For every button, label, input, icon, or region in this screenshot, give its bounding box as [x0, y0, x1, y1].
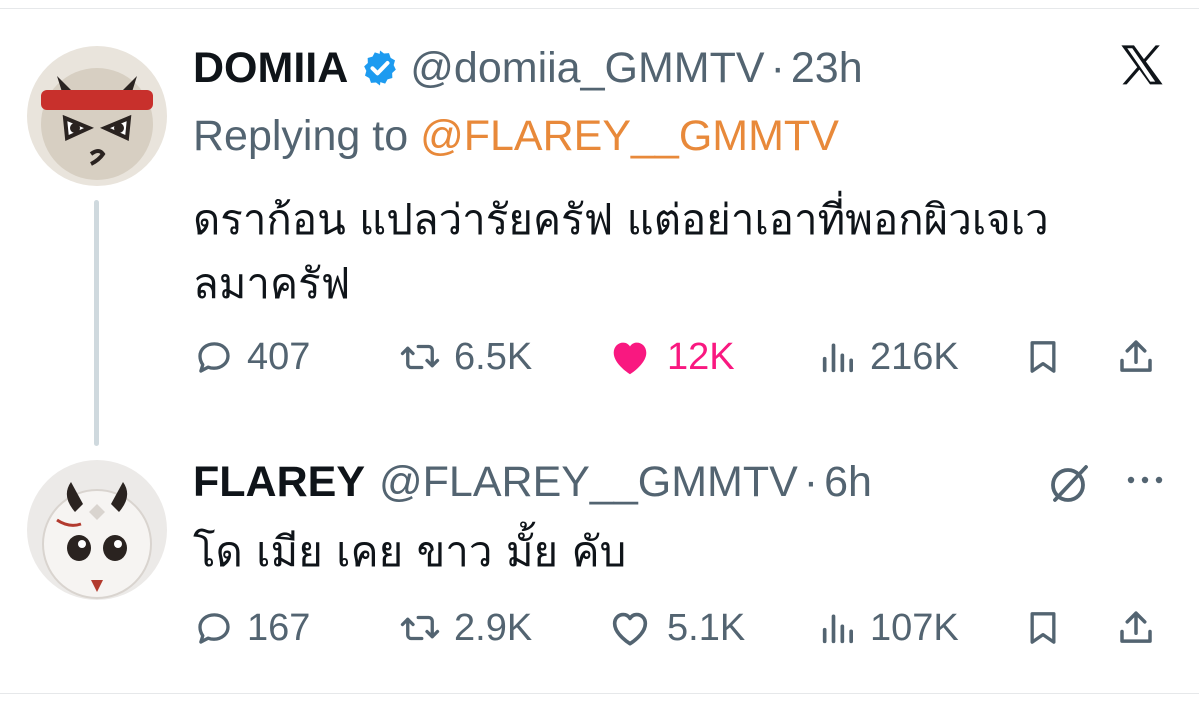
verified-badge-icon: [360, 48, 400, 88]
bookmark-icon: [1030, 612, 1056, 644]
author-name[interactable]: DOMIIA: [193, 42, 348, 94]
bottom-divider: [0, 693, 1199, 694]
share-icon: [1120, 611, 1152, 643]
author-handle[interactable]: @domiia_GMMTV: [410, 42, 764, 94]
share-button[interactable]: [1115, 327, 1157, 387]
reply-button[interactable]: 407: [193, 327, 310, 387]
thread-connector-line: [94, 200, 99, 446]
replying-to-line: Replying to @FLAREY__GMMTV: [193, 110, 839, 162]
tweet-1-text: ดราก้อน แปลว่ารัยครัฟ แต่อย่าเอาที่พอกผิ…: [193, 195, 1049, 308]
bookmark-button[interactable]: [1023, 598, 1063, 658]
heart-icon: [613, 342, 647, 375]
share-icon: [1120, 340, 1152, 372]
bookmark-button[interactable]: [1023, 327, 1063, 387]
grok-icon[interactable]: [1045, 460, 1093, 508]
reply-icon: [198, 342, 230, 373]
retweet-icon: [400, 344, 440, 370]
retweet-count: 2.9K: [454, 606, 533, 649]
tweet-2-text: โด เมีย เคย ขาว มั้ย คับ: [193, 527, 627, 576]
avatar-flarey-image: [27, 460, 167, 600]
like-count: 5.1K: [667, 606, 746, 649]
like-button[interactable]: 5.1K: [605, 598, 745, 658]
tweet-1-header: DOMIIA @domiia_GMMTV · 23h: [193, 42, 863, 94]
separator-dot: ·: [803, 458, 819, 506]
views-icon: [822, 343, 853, 373]
more-icon[interactable]: [1123, 468, 1167, 492]
author-handle[interactable]: @FLAREY__GMMTV: [379, 456, 798, 508]
tweet-2-header: FLAREY @FLAREY__GMMTV · 6h: [193, 456, 872, 508]
replying-label: Replying to: [193, 112, 409, 160]
views-button[interactable]: 216K: [818, 327, 959, 387]
avatar-domiia[interactable]: [27, 46, 167, 186]
x-logo-icon[interactable]: [1115, 40, 1169, 92]
reply-icon: [198, 613, 230, 644]
retweet-button[interactable]: 2.9K: [398, 598, 532, 658]
author-name[interactable]: FLAREY: [193, 456, 365, 508]
timestamp[interactable]: 23h: [791, 42, 863, 94]
views-button[interactable]: 107K: [818, 598, 959, 658]
reply-count: 407: [247, 335, 311, 378]
share-button[interactable]: [1115, 598, 1157, 658]
reply-button[interactable]: 167: [193, 598, 310, 658]
retweet-icon: [400, 615, 440, 641]
views-count: 216K: [870, 335, 959, 378]
top-divider: [0, 8, 1199, 9]
retweet-button[interactable]: 6.5K: [398, 327, 532, 387]
avatar-domiia-image: [27, 46, 167, 186]
retweet-count: 6.5K: [454, 335, 533, 378]
reply-count: 167: [247, 606, 311, 649]
bookmark-icon: [1030, 341, 1056, 373]
timestamp[interactable]: 6h: [824, 456, 872, 508]
separator-dot: ·: [770, 44, 785, 92]
replying-mention-link[interactable]: @FLAREY__GMMTV: [420, 112, 839, 160]
like-button[interactable]: 12K: [605, 327, 735, 387]
tweet-1-actions: 407 6.5K 12K 216K: [193, 327, 1173, 387]
views-icon: [822, 614, 853, 644]
heart-icon: [612, 612, 648, 646]
avatar-flarey[interactable]: [27, 460, 167, 600]
like-count: 12K: [667, 335, 735, 378]
views-count: 107K: [870, 606, 959, 649]
tweet-2-actions: 167 2.9K 5.1K 107K: [193, 598, 1173, 658]
